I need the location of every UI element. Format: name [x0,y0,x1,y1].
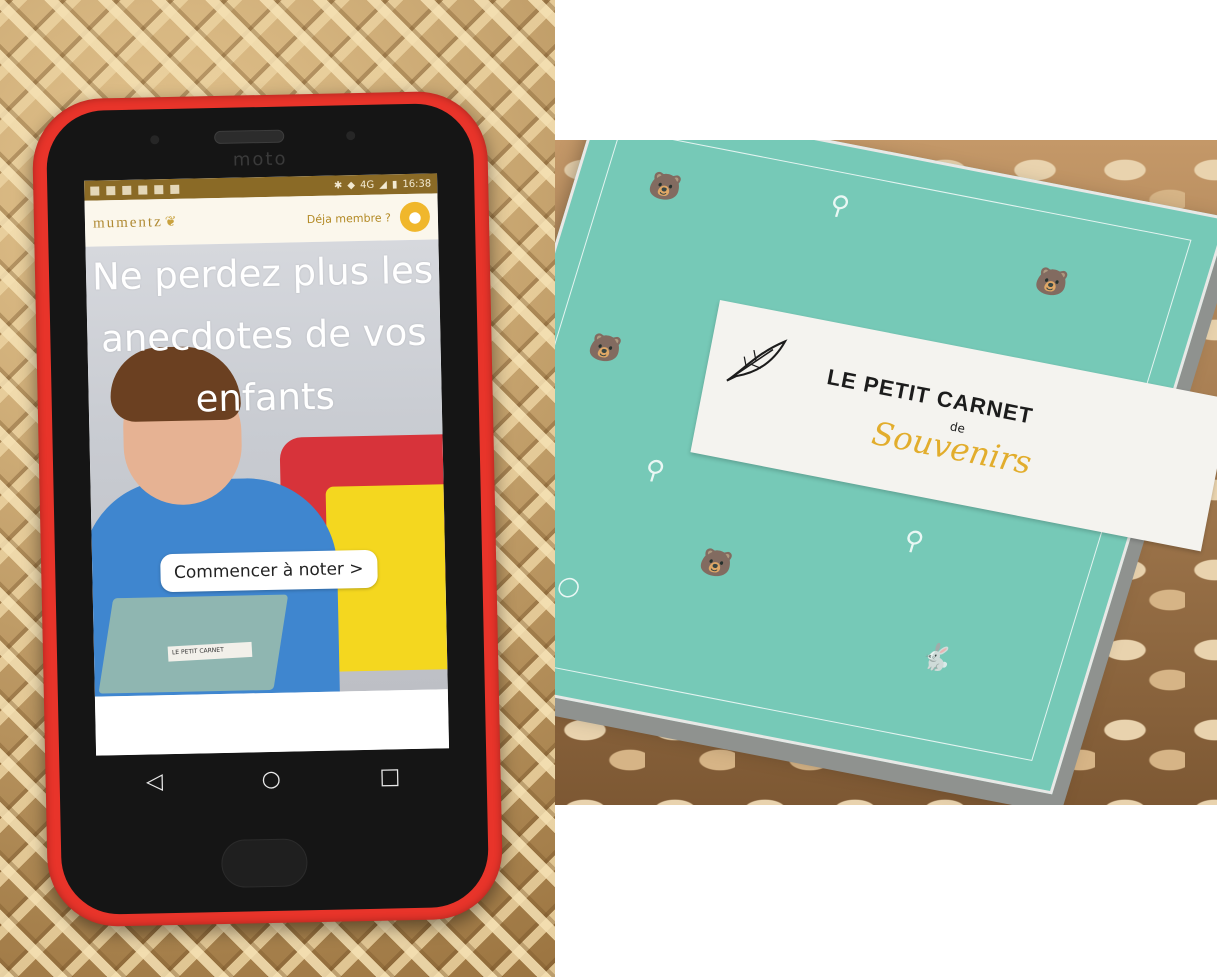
start-noting-button[interactable]: Commencer à noter > [159,549,378,593]
network-type: 4G [359,179,375,191]
screen-footer [94,689,450,756]
app-logo[interactable]: mumentz [93,214,163,232]
signal-icon: ◢ [379,178,388,191]
back-icon[interactable]: ◁ [146,769,163,794]
status-time: 16:38 [402,178,432,190]
earpiece [214,129,285,145]
phone-screen: ✱ ◆ 4G ◢ ▮ 16:38 mumentz ❦ Déja membre ?… [84,173,450,756]
notification-icon [106,185,116,195]
home-icon[interactable]: ○ [261,767,281,792]
camera-notification-icon [138,184,148,195]
hero-section: LE PETIT CARNET Ne perdez plus les anecd… [85,239,448,697]
android-nav-bar: ◁ ○ □ [96,748,450,810]
front-camera [150,135,160,145]
facebook-icon [90,185,100,196]
proximity-sensor [346,131,356,141]
phone-brand: moto [232,148,288,171]
member-login-link[interactable]: Déja membre ? [307,211,391,226]
feather-icon [726,339,788,382]
battery-icon: ▮ [391,178,398,190]
phone-photo: moto ✱ ◆ 4G ◢ ▮ 16:38 mumentz ❦ Déja mem… [0,0,555,977]
app-header: mumentz ❦ Déja membre ? ● [84,193,439,247]
recents-icon[interactable]: □ [379,764,400,789]
notification-icon [154,184,164,194]
notification-icon [170,184,180,194]
fingerprint-home-button [220,838,308,889]
hero-title: Ne perdez plus les anecdotes de vos enfa… [91,248,434,421]
phone-case: moto ✱ ◆ 4G ◢ ▮ 16:38 mumentz ❦ Déja mem… [31,90,504,928]
notification-icons [90,181,334,196]
bluetooth-icon: ✱ [333,179,343,192]
hero-photo-book [98,594,289,694]
phone-body: moto ✱ ◆ 4G ◢ ▮ 16:38 mumentz ❦ Déja mem… [45,102,490,916]
status-right: ✱ ◆ 4G ◢ ▮ 16:38 [334,178,431,191]
book-title-main: LE PETIT CARNET [825,364,1036,429]
wifi-icon: ◆ [347,179,356,191]
user-icon[interactable]: ● [399,201,431,233]
feather-icon: ❦ [164,213,177,231]
mail-icon [122,185,132,195]
